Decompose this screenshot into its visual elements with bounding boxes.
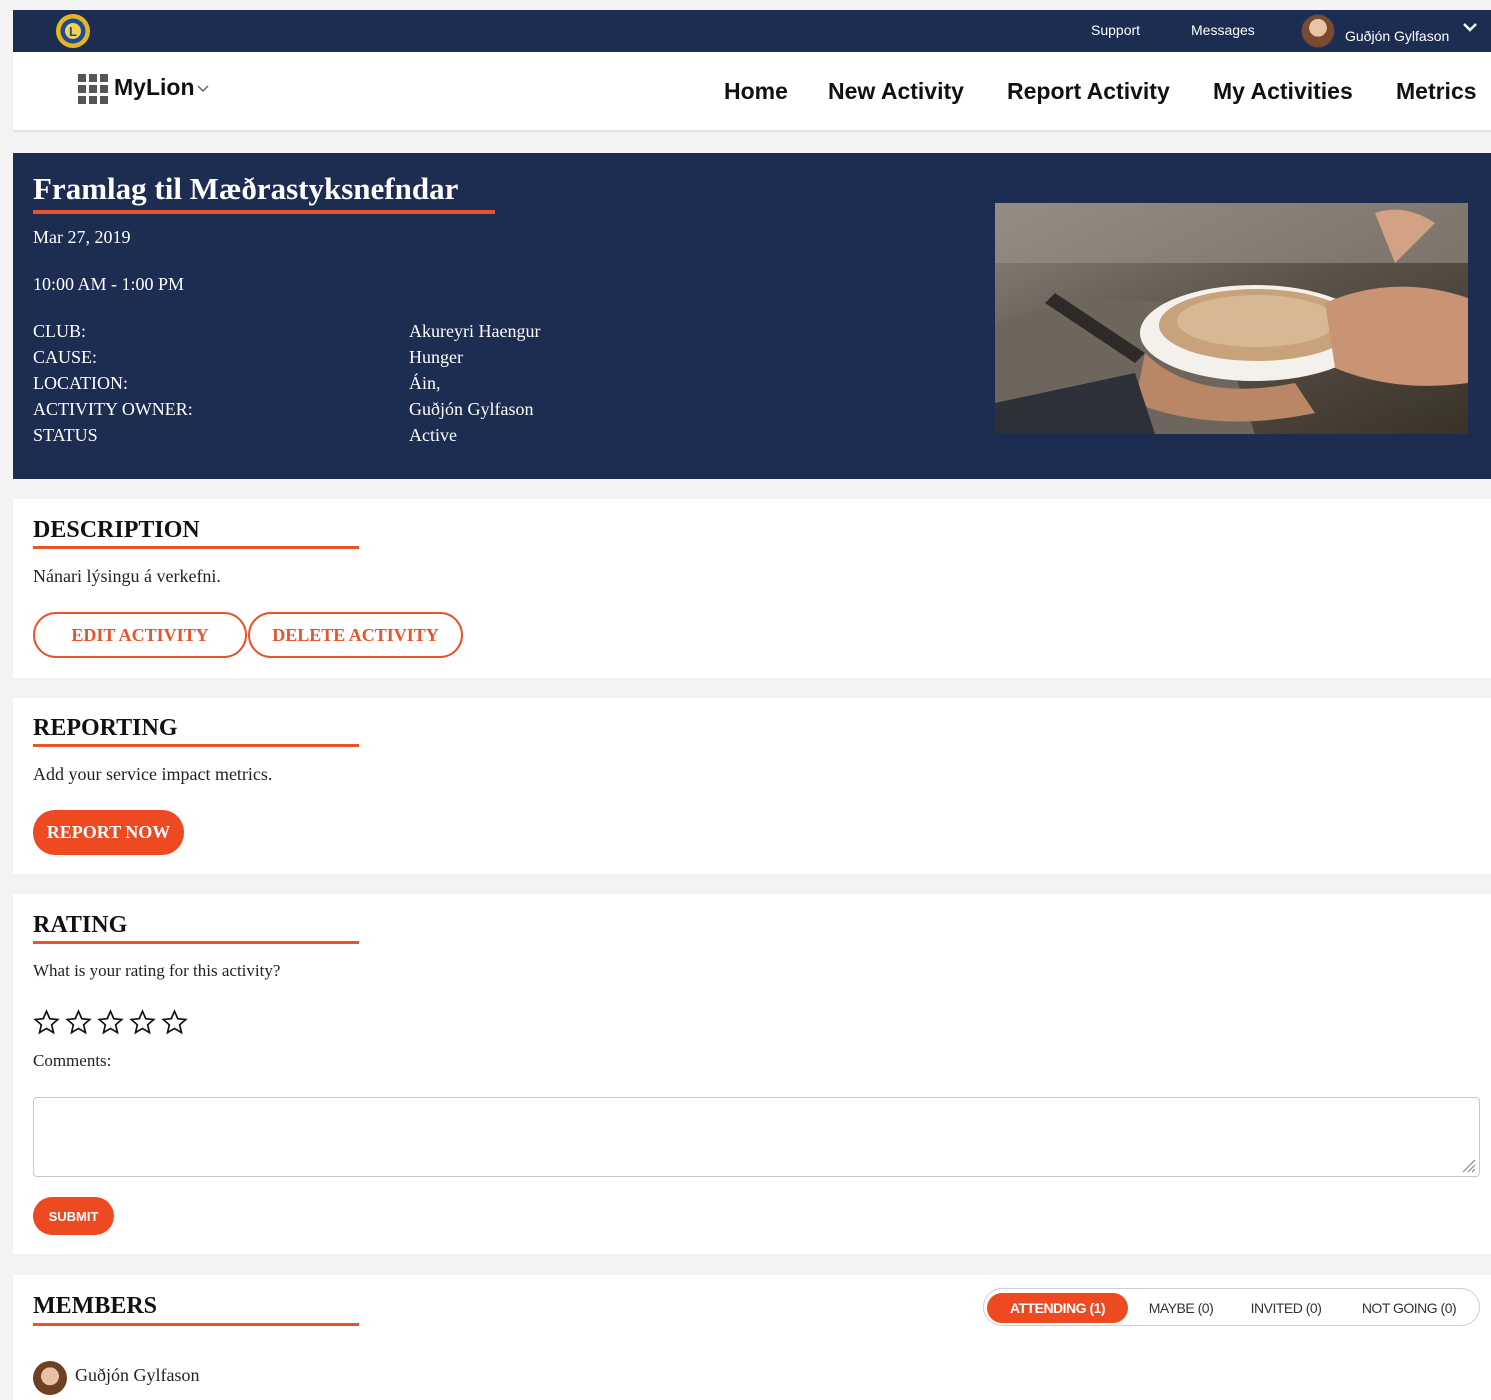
tab-attending[interactable]: ATTENDING (1) [987, 1293, 1128, 1323]
messages-link[interactable]: Messages [1191, 22, 1255, 38]
submit-button[interactable]: SUBMIT [33, 1197, 114, 1235]
location-value: Áin, [409, 373, 441, 393]
report-now-button[interactable]: REPORT NOW [33, 810, 184, 855]
chevron-down-icon[interactable] [1459, 16, 1481, 38]
main-nav: MyLion Home New Activity Report Activity… [13, 52, 1491, 132]
section-underline [33, 941, 359, 944]
tab-maybe[interactable]: MAYBE (0) [1132, 1293, 1230, 1323]
rating-section: RATING What is your rating for this acti… [13, 894, 1491, 1254]
cause-value: Hunger [409, 347, 463, 367]
star-icon[interactable] [129, 1009, 156, 1036]
star-rating[interactable] [33, 1009, 188, 1036]
status-value: Active [409, 425, 457, 445]
reporting-section: REPORTING Add your service impact metric… [13, 698, 1491, 874]
section-title: REPORTING [33, 715, 178, 741]
nav-metrics[interactable]: Metrics [1396, 78, 1477, 105]
star-icon[interactable] [33, 1009, 60, 1036]
app-grid-icon[interactable] [78, 74, 108, 104]
description-text: Nánari lýsingu á verkefni. [33, 566, 221, 586]
activity-header: Framlag til Mæðrastyksnefndar Mar 27, 20… [13, 153, 1491, 479]
svg-text:L: L [69, 24, 77, 39]
member-filter-tabs: ATTENDING (1) MAYBE (0) INVITED (0) NOT … [983, 1288, 1480, 1326]
edit-activity-button[interactable]: EDIT ACTIVITY [33, 612, 247, 658]
delete-activity-button[interactable]: DELETE ACTIVITY [248, 612, 463, 658]
top-bar: L Support Messages Guðjón Gylfason [13, 10, 1491, 52]
section-underline [33, 744, 359, 747]
reporting-text: Add your service impact metrics. [33, 764, 273, 784]
section-title: RATING [33, 912, 128, 938]
members-section: MEMBERS ATTENDING (1) MAYBE (0) INVITED … [13, 1275, 1491, 1400]
member-name[interactable]: Guðjón Gylfason [75, 1365, 200, 1386]
club-label: CLUB: [33, 321, 87, 341]
cause-label: CAUSE: [33, 347, 98, 367]
title-underline [33, 210, 495, 214]
support-link[interactable]: Support [1091, 22, 1140, 38]
app-name[interactable]: MyLion [114, 74, 195, 101]
section-title: MEMBERS [33, 1293, 158, 1319]
status-label: STATUS [33, 425, 98, 445]
chevron-down-icon[interactable] [196, 81, 210, 95]
avatar[interactable] [33, 1361, 67, 1395]
nav-home[interactable]: Home [724, 78, 788, 105]
nav-report-activity[interactable]: Report Activity [1007, 78, 1170, 105]
rating-question: What is your rating for this activity? [33, 961, 281, 980]
owner-label: ACTIVITY OWNER: [33, 399, 193, 419]
owner-value: Guðjón Gylfason [409, 399, 534, 419]
resize-handle-icon[interactable] [1460, 1157, 1476, 1173]
star-icon[interactable] [65, 1009, 92, 1036]
location-label: LOCATION: [33, 373, 128, 393]
tab-invited[interactable]: INVITED (0) [1236, 1293, 1336, 1323]
lions-logo-icon[interactable]: L [53, 12, 93, 50]
activity-title: Framlag til Mæðrastyksnefndar [33, 171, 459, 206]
tab-not-going[interactable]: NOT GOING (0) [1344, 1293, 1474, 1323]
section-underline [33, 546, 359, 549]
user-name[interactable]: Guðjón Gylfason [1345, 28, 1449, 44]
comments-label: Comments: [33, 1051, 112, 1070]
star-icon[interactable] [161, 1009, 188, 1036]
user-avatar[interactable] [1301, 14, 1335, 48]
activity-time: 10:00 AM - 1:00 PM [33, 274, 185, 294]
star-icon[interactable] [97, 1009, 124, 1036]
section-title: DESCRIPTION [33, 517, 200, 543]
nav-new-activity[interactable]: New Activity [828, 78, 964, 105]
comments-textarea[interactable] [33, 1097, 1480, 1177]
description-section: DESCRIPTION Nánari lýsingu á verkefni. E… [13, 499, 1491, 678]
activity-date: Mar 27, 2019 [33, 227, 131, 247]
section-underline [33, 1323, 359, 1326]
activity-photo [995, 203, 1468, 434]
nav-my-activities[interactable]: My Activities [1213, 78, 1353, 105]
club-value: Akureyri Haengur [409, 321, 541, 341]
